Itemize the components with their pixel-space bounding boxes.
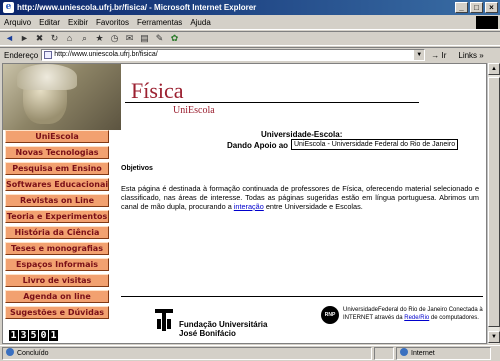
links-button[interactable]: Links » [458, 51, 483, 60]
nav-agenda-on-line[interactable]: Agenda on line [5, 290, 109, 303]
menu-favoritos[interactable]: Favoritos [96, 18, 129, 27]
back-icon[interactable]: ◄ [4, 33, 15, 44]
menu-editar[interactable]: Editar [39, 18, 60, 27]
counter-digit: 1 [49, 330, 58, 341]
minimize-button[interactable]: _ [455, 2, 468, 13]
intro-heading: Universidade-Escola: [261, 130, 343, 139]
menu-bar: Arquivo Editar Exibir Favoritos Ferramen… [0, 15, 500, 30]
body-paragraph: Esta página é destinada à formação conti… [121, 184, 479, 211]
status-bar: Concluído Internet [0, 345, 500, 361]
tooltip: UniEscola - Universidade Federal do Rio … [291, 139, 459, 150]
windows-logo-icon [476, 16, 498, 29]
side-nav: UniEscola Novas Tecnologias Pesquisa em … [5, 130, 111, 322]
refresh-icon[interactable]: ↻ [49, 33, 60, 44]
messenger-icon[interactable]: ✿ [169, 33, 180, 44]
address-bar: Endereço http://www.uniescola.ufrj.br/fi… [0, 47, 500, 62]
page-title: Física [131, 78, 184, 103]
close-button[interactable]: × [485, 2, 498, 13]
footer-divider [121, 296, 483, 297]
scroll-down-icon[interactable]: ▼ [488, 331, 500, 343]
address-label: Endereço [4, 50, 39, 60]
nav-espacos-informais[interactable]: Espaços Informais [5, 258, 109, 271]
window-title: http://www.uniescola.ufrj.br/fisica/ - M… [17, 3, 257, 12]
nav-softwares-educacionais[interactable]: Softwares Educacionais [5, 178, 109, 191]
toolbar: ◄ ► ✖ ↻ ⌂ ⌕ ★ ◷ ✉ ▤ ✎ ✿ [0, 31, 500, 46]
counter-digit: 3 [19, 330, 28, 341]
go-label: Ir [441, 50, 447, 60]
status-label: Concluído [17, 350, 49, 357]
search-icon[interactable]: ⌕ [79, 33, 90, 44]
body-text-2: entre Universidade e Escolas. [263, 202, 363, 211]
section-heading: Objetivos [121, 165, 153, 172]
ie-icon: e [3, 2, 14, 13]
page-done-icon [6, 348, 14, 356]
vertical-scrollbar[interactable]: ▲ ▼ [487, 63, 500, 344]
menu-exibir[interactable]: Exibir [68, 18, 88, 27]
history-icon[interactable]: ◷ [109, 33, 120, 44]
nav-uniescola[interactable]: UniEscola [5, 130, 109, 143]
footer-org-line2: José Bonifácio [179, 329, 236, 338]
rede-rio-link[interactable]: Rede/Rio [404, 315, 429, 321]
mail-icon[interactable]: ✉ [124, 33, 135, 44]
counter-digit: 5 [29, 330, 38, 341]
nav-pesquisa-em-ensino[interactable]: Pesquisa em Ensino [5, 162, 109, 175]
status-zone: Internet [396, 347, 491, 360]
address-input[interactable]: http://www.uniescola.ufrj.br/fisica/ ▼ [41, 49, 426, 61]
fujb-logo-icon [155, 309, 173, 331]
nav-sugestoes-e-duvidas[interactable]: Sugestões e Dúvidas [5, 306, 109, 319]
home-icon[interactable]: ⌂ [64, 33, 75, 44]
maximize-button[interactable]: □ [470, 2, 483, 13]
nav-teses-e-monografias[interactable]: Teses e monografias [5, 242, 109, 255]
intro-subheading: Dando Apoio ao [227, 141, 289, 150]
nav-teoria-e-experimentos[interactable]: Teoria e Experimentos [5, 210, 109, 223]
visit-counter: 13501 [9, 330, 59, 341]
menu-arquivo[interactable]: Arquivo [4, 18, 31, 27]
status-zone-label: Internet [411, 350, 435, 357]
footer-rnp-text: UniversidadeFederal do Rio de Janeiro Co… [343, 306, 486, 322]
menu-ajuda[interactable]: Ajuda [190, 18, 210, 27]
title-divider [125, 102, 419, 103]
rnp-logo-icon: RNP [321, 306, 339, 324]
nav-revistas-on-line[interactable]: Revistas on Line [5, 194, 109, 207]
scroll-thumb[interactable] [488, 77, 500, 327]
address-url: http://www.uniescola.ufrj.br/fisica/ [54, 51, 158, 58]
scroll-up-icon[interactable]: ▲ [488, 63, 500, 75]
status-text: Concluído [2, 347, 372, 360]
counter-digit: 1 [9, 330, 18, 341]
portrait-hair [17, 64, 77, 90]
rnp-text-2: de computadores. [429, 315, 479, 321]
page-icon [44, 51, 53, 59]
forward-icon[interactable]: ► [19, 33, 30, 44]
counter-digit: 0 [39, 330, 48, 341]
nav-livro-de-visitas[interactable]: Livro de visitas [5, 274, 109, 287]
status-empty-cell [374, 347, 394, 360]
print-icon[interactable]: ▤ [139, 33, 150, 44]
title-bar: e http://www.uniescola.ufrj.br/fisica/ -… [0, 0, 500, 15]
footer-org-line1: Fundação Universitária [179, 320, 268, 329]
interacao-link[interactable]: interação [234, 202, 264, 211]
portrait-image [3, 64, 121, 130]
page-subtitle: UniEscola [173, 105, 215, 116]
nav-novas-tecnologias[interactable]: Novas Tecnologias [5, 146, 109, 159]
stop-icon[interactable]: ✖ [34, 33, 45, 44]
edit-icon[interactable]: ✎ [154, 33, 165, 44]
internet-zone-icon [400, 348, 408, 356]
go-button[interactable]: → Ir [431, 51, 446, 60]
address-dropdown-icon[interactable]: ▼ [414, 50, 425, 60]
page-viewport: Física UniEscola UniEscola Novas Tecnolo… [2, 63, 487, 344]
menu-ferramentas[interactable]: Ferramentas [137, 18, 182, 27]
favorites-icon[interactable]: ★ [94, 33, 105, 44]
nav-historia-da-ciencia[interactable]: História da Ciência [5, 226, 109, 239]
